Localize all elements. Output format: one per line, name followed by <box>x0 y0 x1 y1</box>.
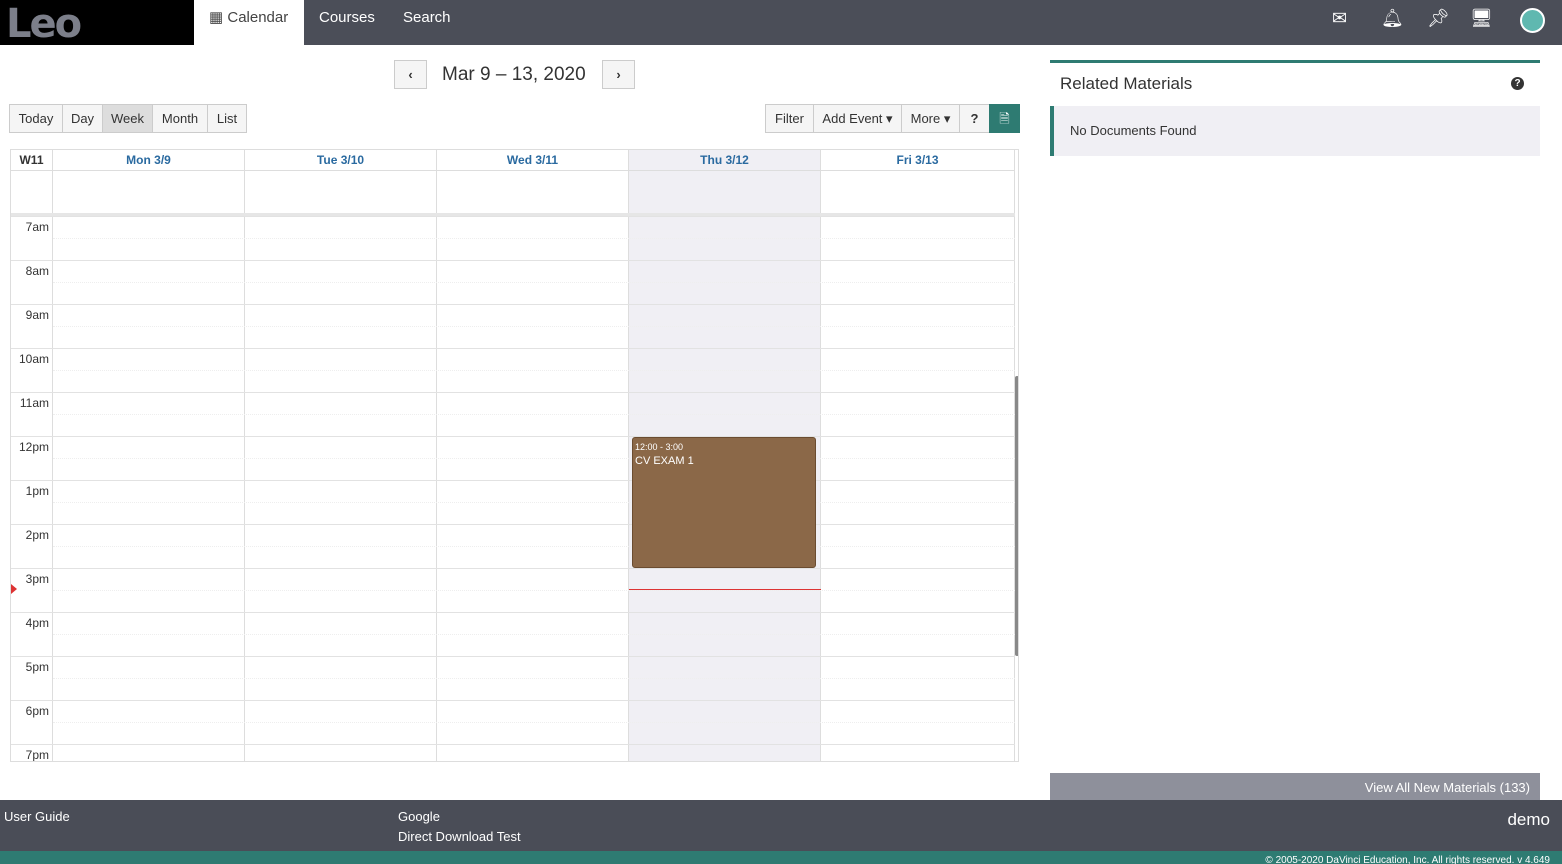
pin-icon[interactable]: 📌︎ <box>1427 8 1450 29</box>
user-avatar-icon[interactable] <box>1520 8 1545 33</box>
add-event-button[interactable]: Add Event ▾ <box>813 104 902 133</box>
nav-calendar[interactable]: ▦ Calendar <box>194 0 304 45</box>
week-number: W11 <box>11 150 53 171</box>
hour-line <box>11 436 1015 437</box>
time-label: 9am <box>25 308 49 322</box>
half-hour-line <box>53 634 1015 635</box>
half-hour-line <box>53 458 1015 459</box>
time-label: 6pm <box>25 704 49 718</box>
related-top-border <box>1050 60 1540 63</box>
day-header[interactable]: Thu 3/12 <box>629 150 821 171</box>
footer: User Guide Google Direct Download Test d… <box>0 800 1562 851</box>
day-header[interactable]: Tue 3/10 <box>245 150 437 171</box>
half-hour-line <box>53 502 1015 503</box>
hour-line <box>11 260 1015 261</box>
day-header[interactable]: Fri 3/13 <box>821 150 1015 171</box>
document-icon[interactable]: 🗎 <box>989 104 1020 133</box>
top-navbar: Leo ▦ Calendar Courses Search ✉ 🔔︎ 📌︎ 🖥︎ <box>0 0 1562 47</box>
half-hour-line <box>53 238 1015 239</box>
now-arrow-icon <box>11 584 17 594</box>
hour-line <box>11 480 1015 481</box>
hour-line <box>11 524 1015 525</box>
hour-line <box>11 348 1015 349</box>
time-label: 5pm <box>25 660 49 674</box>
view-all-materials-link[interactable]: View All New Materials (133) <box>1050 773 1540 800</box>
add-event-label: Add Event <box>822 111 883 126</box>
hour-line <box>11 700 1015 701</box>
next-week-button[interactable]: › <box>602 60 635 89</box>
half-hour-line <box>53 282 1015 283</box>
more-label: More <box>910 111 941 126</box>
half-hour-line <box>53 414 1015 415</box>
week-view-button[interactable]: Week <box>102 104 153 133</box>
no-documents-message: No Documents Found <box>1050 106 1540 156</box>
time-label: 11am <box>19 396 49 410</box>
time-label: 2pm <box>25 528 49 542</box>
mail-icon[interactable]: ✉ <box>1332 8 1347 29</box>
calendar-icon: ▦ <box>209 9 224 26</box>
today-button[interactable]: Today <box>9 104 63 133</box>
hour-line <box>11 744 1015 745</box>
calendar-event[interactable]: 12:00 - 3:00 CV EXAM 1 <box>632 437 816 568</box>
time-label: 7am <box>25 220 49 234</box>
time-label: 8am <box>25 264 49 278</box>
month-view-button[interactable]: Month <box>152 104 208 133</box>
event-time: 12:00 - 3:00 <box>635 442 684 452</box>
time-label: 1pm <box>25 484 49 498</box>
time-label: 12pm <box>18 440 49 454</box>
half-hour-line <box>53 590 1015 591</box>
nav-label: Calendar <box>227 9 289 26</box>
filter-button[interactable]: Filter <box>765 104 814 133</box>
scrollbar[interactable] <box>1015 376 1018 656</box>
hour-line <box>11 392 1015 393</box>
logo[interactable]: Leo <box>0 0 194 47</box>
hour-line <box>11 304 1015 305</box>
half-hour-line <box>53 370 1015 371</box>
help-icon[interactable]: ? <box>959 104 990 133</box>
copyright: © 2005-2020 DaVinci Education, Inc. All … <box>0 851 1562 864</box>
now-indicator <box>629 589 821 590</box>
time-label: 10am <box>18 352 49 366</box>
related-title: Related Materials <box>1060 74 1193 93</box>
nav-courses[interactable]: Courses <box>304 0 390 45</box>
half-hour-line <box>53 722 1015 723</box>
bell-icon[interactable]: 🔔︎ <box>1381 8 1404 29</box>
footer-link-user-guide[interactable]: User Guide <box>4 809 70 824</box>
hour-line <box>11 216 1015 217</box>
nav-search[interactable]: Search <box>388 0 466 45</box>
hour-line <box>11 656 1015 657</box>
prev-week-button[interactable]: ‹ <box>394 60 427 89</box>
half-hour-line <box>53 678 1015 679</box>
day-header[interactable]: Mon 3/9 <box>53 150 245 171</box>
half-hour-line <box>53 546 1015 547</box>
hour-line <box>11 568 1015 569</box>
event-title: CV EXAM 1 <box>635 455 694 467</box>
list-view-button[interactable]: List <box>207 104 247 133</box>
day-view-button[interactable]: Day <box>62 104 103 133</box>
half-hour-line <box>53 326 1015 327</box>
more-button[interactable]: More ▾ <box>901 104 960 133</box>
time-label: 7pm <box>25 748 49 762</box>
date-range-title: Mar 9 – 13, 2020 <box>442 64 586 85</box>
hour-line <box>11 612 1015 613</box>
monitor-icon[interactable]: 🖥︎ <box>1470 8 1493 29</box>
help-icon[interactable]: ? <box>1511 77 1524 90</box>
week-calendar-grid: W11 Mon 3/9 Tue 3/10 Wed 3/11 Thu 3/12 F… <box>10 149 1019 762</box>
time-label: 4pm <box>25 616 49 630</box>
day-header[interactable]: Wed 3/11 <box>437 150 629 171</box>
footer-username: demo <box>1507 810 1550 829</box>
footer-link-google[interactable]: Google <box>398 809 440 824</box>
footer-link-direct-download[interactable]: Direct Download Test <box>398 829 521 844</box>
